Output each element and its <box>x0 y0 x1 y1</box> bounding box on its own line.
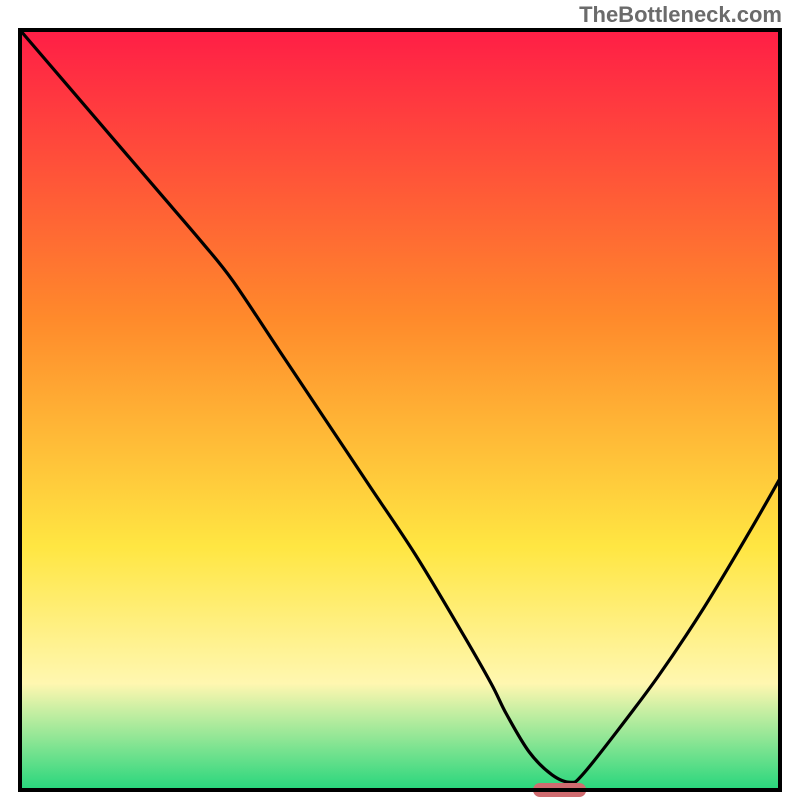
plot-background <box>20 30 780 790</box>
attribution-label: TheBottleneck.com <box>579 2 782 28</box>
bottleneck-chart <box>0 0 800 800</box>
chart-container: TheBottleneck.com <box>0 0 800 800</box>
